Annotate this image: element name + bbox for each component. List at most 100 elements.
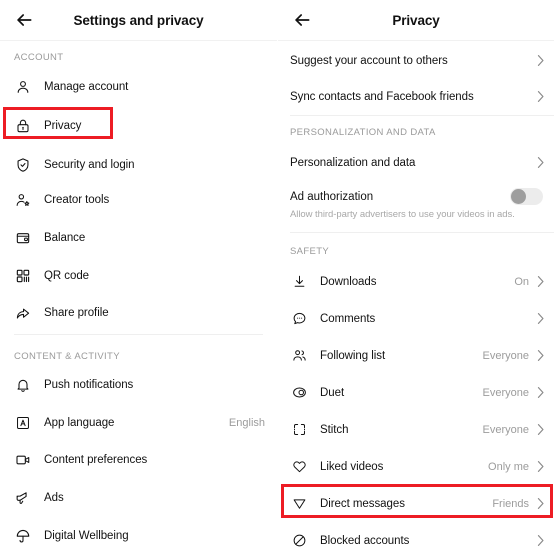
- settings-item-label: QR code: [44, 269, 90, 282]
- section-label-account: ACCOUNT: [14, 52, 64, 63]
- chevron-right-icon: [535, 90, 545, 104]
- lock-icon: [14, 117, 32, 135]
- chevron-right-icon: [535, 312, 545, 326]
- block-icon: [290, 532, 308, 550]
- right-panel-header: Privacy: [278, 0, 554, 41]
- settings-item-qr-code[interactable]: QR code: [0, 257, 277, 294]
- chevron-right-icon: [535, 275, 545, 289]
- people-icon: [290, 347, 308, 365]
- settings-item-security-and-login[interactable]: Security and login: [0, 146, 277, 183]
- left-panel-settings-and-privacy: Settings and privacy ACCOUNT Manage acco…: [0, 0, 277, 557]
- settings-item-label: Privacy: [44, 119, 82, 132]
- section-label-content-activity: CONTENT & ACTIVITY: [14, 351, 120, 362]
- settings-item-privacy[interactable]: Privacy: [0, 107, 277, 144]
- settings-item-share-profile[interactable]: Share profile: [0, 294, 277, 331]
- privacy-item-direct-messages[interactable]: Direct messages Friends: [278, 485, 554, 522]
- left-panel-header: Settings and privacy: [0, 0, 277, 41]
- ad-authorization-title: Ad authorization: [290, 190, 374, 203]
- settings-item-value: English: [228, 416, 265, 429]
- umbrella-icon: [14, 527, 32, 545]
- settings-item-label: App language: [44, 416, 115, 429]
- section-divider: [14, 334, 263, 335]
- privacy-item-downloads[interactable]: Downloads On: [278, 263, 554, 300]
- shield-check-icon: [14, 156, 32, 174]
- person-icon: [14, 78, 32, 96]
- settings-item-ads[interactable]: Ads: [0, 479, 277, 516]
- privacy-item-label: Downloads: [320, 275, 377, 288]
- privacy-item-personalization-and-data[interactable]: Personalization and data: [278, 144, 554, 181]
- settings-item-label: Content preferences: [44, 453, 148, 466]
- chevron-right-icon: [535, 423, 545, 437]
- privacy-item-label: Direct messages: [320, 497, 405, 510]
- settings-item-app-language[interactable]: App language English: [0, 404, 277, 441]
- privacy-item-value: Everyone: [482, 423, 529, 436]
- wallet-icon: [14, 229, 32, 247]
- privacy-item-label: Sync contacts and Facebook friends: [290, 90, 474, 103]
- arrow-left-icon[interactable]: [12, 8, 36, 32]
- privacy-item-following-list[interactable]: Following list Everyone: [278, 337, 554, 374]
- chevron-right-icon: [535, 386, 545, 400]
- privacy-item-label: Stitch: [320, 423, 349, 436]
- chevron-right-icon: [535, 349, 545, 363]
- chevron-right-icon: [535, 497, 545, 511]
- section-divider: [290, 115, 554, 116]
- settings-item-label: Manage account: [44, 80, 129, 93]
- settings-item-label: Ads: [44, 491, 64, 504]
- comment-icon: [290, 310, 308, 328]
- heart-icon: [290, 458, 308, 476]
- ad-authorization-subtitle: Allow third-party advertisers to use you…: [290, 209, 515, 220]
- chevron-right-icon: [535, 156, 545, 170]
- page-title: Settings and privacy: [73, 12, 204, 28]
- stitch-icon: [290, 421, 308, 439]
- right-panel-privacy: Privacy Suggest your account to others S…: [277, 0, 554, 557]
- page-title: Privacy: [392, 12, 440, 28]
- megaphone-icon: [14, 489, 32, 507]
- duet-icon: [290, 384, 308, 402]
- section-divider: [290, 232, 554, 233]
- privacy-item-value: Everyone: [482, 386, 529, 399]
- settings-item-content-preferences[interactable]: Content preferences: [0, 441, 277, 478]
- section-label-personalization-and-data: PERSONALIZATION AND DATA: [290, 127, 436, 138]
- bell-icon: [14, 376, 32, 394]
- privacy-item-duet[interactable]: Duet Everyone: [278, 374, 554, 411]
- settings-item-label: Digital Wellbeing: [44, 529, 129, 542]
- chevron-right-icon: [535, 460, 545, 474]
- video-box-icon: [14, 451, 32, 469]
- qr-code-icon: [14, 267, 32, 285]
- privacy-item-label: Blocked accounts: [320, 534, 410, 547]
- settings-item-label: Share profile: [44, 306, 109, 319]
- download-icon: [290, 273, 308, 291]
- settings-item-creator-tools[interactable]: Creator tools: [0, 181, 277, 218]
- privacy-item-liked-videos[interactable]: Liked videos Only me: [278, 448, 554, 485]
- section-label-safety: SAFETY: [290, 246, 330, 257]
- settings-item-balance[interactable]: Balance: [0, 219, 277, 256]
- privacy-item-suggest-account[interactable]: Suggest your account to others: [278, 42, 554, 79]
- privacy-item-label: Duet: [320, 386, 345, 399]
- privacy-item-value: Friends: [492, 497, 529, 510]
- settings-item-manage-account[interactable]: Manage account: [0, 68, 277, 105]
- settings-item-digital-wellbeing[interactable]: Digital Wellbeing: [0, 517, 277, 554]
- privacy-item-label: Comments: [320, 312, 376, 325]
- privacy-item-value: Everyone: [482, 349, 529, 362]
- settings-privacy-screen: Settings and privacy ACCOUNT Manage acco…: [0, 0, 554, 557]
- arrow-left-icon[interactable]: [290, 8, 314, 32]
- chevron-right-icon: [535, 54, 545, 68]
- privacy-item-comments[interactable]: Comments: [278, 300, 554, 337]
- privacy-item-label: Suggest your account to others: [290, 54, 448, 67]
- paper-plane-icon: [290, 495, 308, 513]
- language-a-icon: [14, 414, 32, 432]
- settings-item-label: Creator tools: [44, 193, 110, 206]
- share-arrow-icon: [14, 304, 32, 322]
- privacy-item-ad-authorization[interactable]: Ad authorization Allow third-party adver…: [278, 188, 554, 220]
- chevron-right-icon: [535, 534, 545, 548]
- privacy-item-sync-contacts[interactable]: Sync contacts and Facebook friends: [278, 78, 554, 115]
- privacy-item-value: Only me: [488, 460, 529, 473]
- toggle-knob: [511, 189, 526, 204]
- privacy-item-label: Personalization and data: [290, 156, 416, 169]
- person-star-icon: [14, 191, 32, 209]
- ad-authorization-toggle[interactable]: [510, 188, 543, 205]
- settings-item-push-notifications[interactable]: Push notifications: [0, 366, 277, 403]
- privacy-item-stitch[interactable]: Stitch Everyone: [278, 411, 554, 448]
- privacy-item-label: Following list: [320, 349, 386, 362]
- privacy-item-blocked-accounts[interactable]: Blocked accounts: [278, 522, 554, 557]
